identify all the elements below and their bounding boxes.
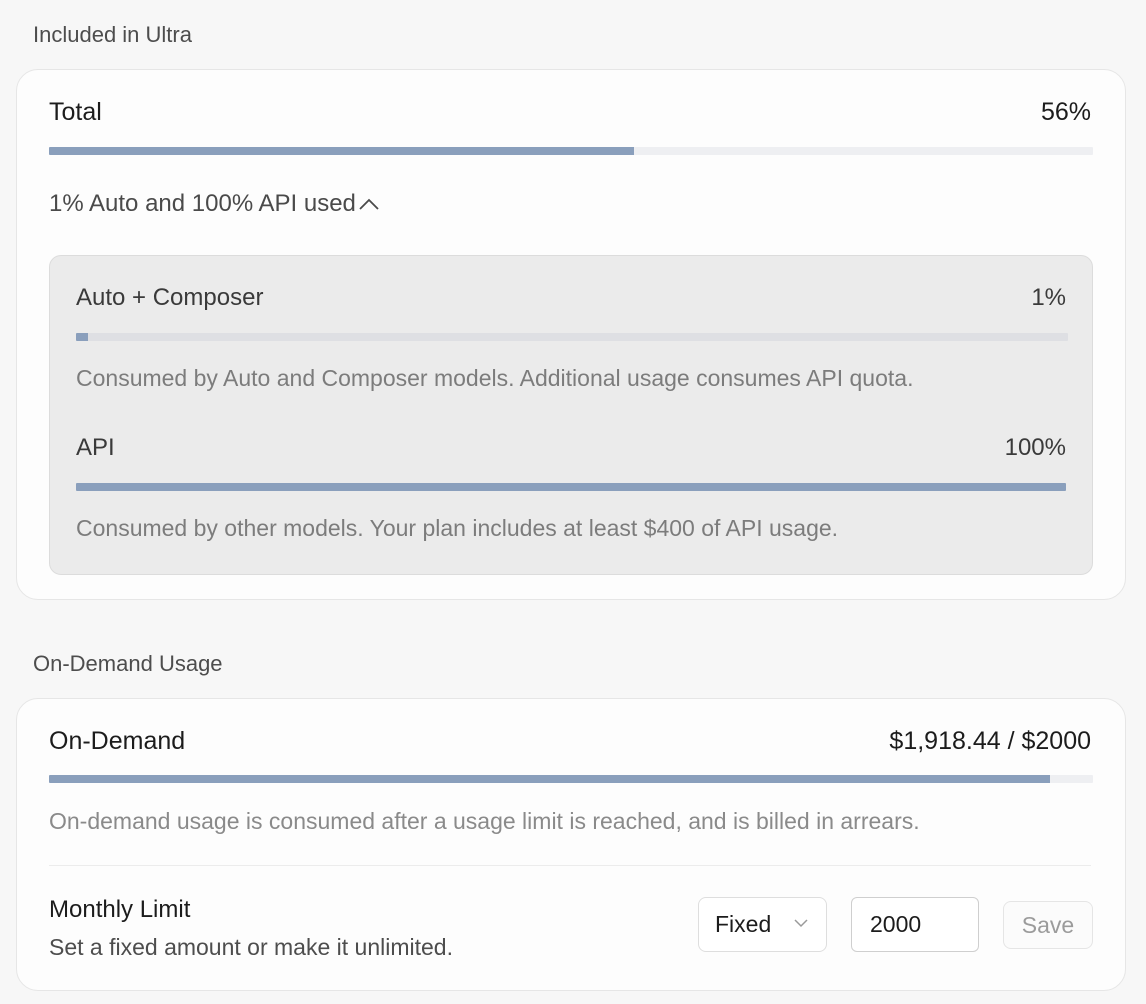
auto-composer-description: Consumed by Auto and Composer models. Ad…	[76, 365, 914, 391]
on-demand-section-label: On-Demand Usage	[33, 651, 223, 676]
total-progress-fill	[49, 147, 634, 155]
total-value: 56%	[1040, 98, 1091, 126]
auto-composer-label: Auto + Composer	[76, 284, 264, 311]
on-demand-description: On-demand usage is consumed after a usag…	[49, 808, 920, 834]
total-row: Total 56%	[49, 98, 1091, 127]
on-demand-progress-bar	[49, 775, 1093, 783]
limit-amount-input[interactable]	[851, 897, 979, 952]
api-progress-bar	[76, 483, 1066, 491]
save-button[interactable]: Save	[1003, 901, 1093, 949]
auto-composer-progress-fill	[76, 333, 88, 341]
on-demand-label: On-Demand	[49, 727, 186, 755]
on-demand-value: $1,918.44 / $2000	[889, 727, 1091, 755]
api-progress-fill	[76, 483, 1066, 491]
included-usage-card: Total 56% 1% Auto and 100% API used Auto…	[16, 69, 1126, 600]
on-demand-row: On-Demand $1,918.44 / $2000	[49, 727, 1091, 756]
api-description: Consumed by other models. Your plan incl…	[76, 515, 839, 541]
auto-composer-progress-bar	[76, 333, 1068, 341]
usage-breakdown-toggle[interactable]: 1% Auto and 100% API used	[49, 190, 380, 218]
usage-breakdown-panel: Auto + Composer 1% Consumed by Auto and …	[49, 255, 1093, 575]
monthly-limit-title: Monthly Limit	[49, 896, 191, 923]
monthly-limit-subtitle: Set a fixed amount or make it unlimited.	[49, 934, 453, 960]
total-label: Total	[49, 98, 102, 126]
chevron-down-icon	[794, 919, 808, 928]
chevron-up-icon	[359, 198, 379, 210]
breakdown-toggle-label: 1% Auto and 100% API used	[49, 190, 356, 217]
auto-composer-value: 1%	[1031, 284, 1066, 311]
limit-mode-value: Fixed	[715, 911, 772, 937]
divider	[49, 865, 1091, 866]
api-value: 100%	[1004, 434, 1066, 461]
total-progress-bar	[49, 147, 1093, 155]
limit-mode-select[interactable]: Fixed	[698, 897, 827, 952]
api-label: API	[76, 434, 115, 461]
on-demand-card: On-Demand $1,918.44 / $2000 On-demand us…	[16, 698, 1126, 991]
auto-composer-row: Auto + Composer 1%	[76, 284, 1066, 312]
on-demand-progress-fill	[49, 775, 1051, 783]
api-row: API 100%	[76, 434, 1066, 462]
included-section-label: Included in Ultra	[33, 22, 192, 47]
